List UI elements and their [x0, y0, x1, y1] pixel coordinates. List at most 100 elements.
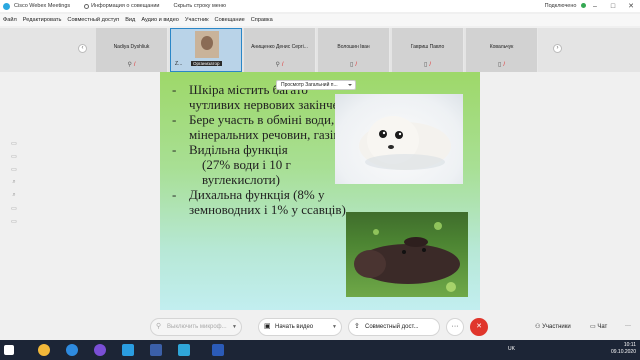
os-taskbar: UK 10:11 09.10.2020 [0, 340, 640, 360]
clock-date: 09.10.2020 [610, 349, 636, 355]
phone-icon: ▯ [424, 62, 428, 68]
system-clock[interactable]: 10:11 09.10.2020 [611, 342, 636, 356]
webex-logo-icon [3, 2, 10, 10]
mic-icon: ⚲ [275, 62, 280, 68]
participants-icon: ⚇ [535, 324, 541, 330]
host-badge: Организатор [191, 61, 222, 66]
eraser-tool-icon[interactable]: ▭ [9, 218, 19, 231]
phone-icon: ▯ [350, 62, 354, 68]
close-window-button[interactable]: ✕ [622, 2, 640, 10]
windows-start-icon[interactable] [4, 345, 14, 355]
hippo-photo [346, 212, 468, 297]
participant-name: Nadiya Dyshliuk [113, 44, 150, 50]
self-name: Z... [175, 61, 183, 67]
minimize-button[interactable]: – [586, 3, 604, 10]
leave-meeting-button[interactable]: ✕ [470, 318, 488, 336]
text-tool-icon[interactable]: ▭ [9, 153, 19, 166]
muted-icon: / [133, 62, 136, 68]
participant-name: Волошин Іван [337, 44, 370, 50]
participant-tile[interactable]: Анищенко Денис Сергі... ⚲ / [244, 28, 316, 72]
chat-panel-button[interactable]: ▭ Чат [590, 323, 607, 330]
mic-icon: ⚲ [127, 62, 132, 68]
opera-icon[interactable] [66, 344, 78, 356]
meeting-info-link[interactable]: Информация о совещании [84, 3, 160, 9]
more-options-button[interactable]: ··· [446, 318, 464, 336]
chevron-down-icon[interactable]: ▼ [232, 319, 237, 335]
participant-name: Ковальчук [489, 44, 514, 50]
menu-view[interactable]: Вид [125, 17, 135, 23]
info-icon [84, 3, 90, 9]
participant-name: Анищенко Денис Сергі... [251, 44, 308, 50]
hide-menu-link[interactable]: Скрыть строку меню [174, 3, 226, 9]
slide-bullet-list: Шкіра містить багато чутливих нервових з… [172, 82, 352, 217]
annotation-toolbar: ▭ ▭ ▭ ⌕ ⌕ ▭ ▭ [9, 140, 19, 231]
menu-bar: Файл Редактировать Совместный доступ Вид… [0, 14, 640, 26]
participant-tile[interactable]: Гавриш Павло ▯ / [392, 28, 464, 72]
participant-tile[interactable]: Nadiya Dyshliuk ⚲ / [96, 28, 168, 72]
menu-share[interactable]: Совместный доступ [67, 17, 119, 23]
strip-next-button[interactable]: › [553, 44, 562, 53]
self-tile[interactable]: Z... Организатор [170, 28, 242, 72]
viber-icon[interactable] [94, 344, 106, 356]
more-panels-button[interactable]: ··· [625, 323, 631, 329]
app-icon[interactable] [150, 344, 162, 356]
hide-menu-label: Скрыть строку меню [173, 3, 226, 9]
chat-label: Чат [597, 324, 608, 330]
connection-status: Подключено [545, 3, 586, 9]
share-content-button[interactable]: ⇪ Совместный дост... [348, 318, 440, 336]
muted-icon: / [281, 62, 284, 68]
share-label: Совместный дост... [365, 324, 419, 330]
app-title: Cisco Webex Meetings [14, 3, 71, 9]
share-icon: ⇪ [354, 323, 360, 330]
muted-icon: / [503, 62, 505, 68]
meeting-info-label: Информация о совещании [91, 3, 160, 9]
strip-prev-button[interactable]: ‹ [78, 44, 87, 53]
title-bar: Cisco Webex Meetings Информация о совеща… [0, 0, 640, 12]
connection-label: Подключено [544, 3, 577, 9]
maximize-button[interactable]: □ [604, 3, 622, 10]
camera-icon: ▣ [264, 323, 271, 330]
slide-bullet-detail: (27% води і 10 г вуглекислоти) [202, 157, 291, 187]
participants-label: Участники [542, 324, 571, 330]
meeting-controls: ⚲ Выключить микроф... ▼ ▣ Начать видео ▼… [0, 314, 640, 340]
mute-button[interactable]: ⚲ Выключить микроф... ▼ [150, 318, 242, 336]
chrome-icon[interactable] [38, 344, 50, 356]
muted-icon: / [355, 62, 357, 68]
participants-panel-button[interactable]: ⚇ Участники [535, 323, 571, 330]
slide-bullet: Дихальна функція (8% у земноводних і 1% … [172, 187, 352, 217]
clock-time: 10:11 [623, 342, 636, 348]
self-video [195, 31, 219, 58]
mic-icon: ⚲ [156, 323, 162, 330]
start-video-label: Начать видео [275, 324, 314, 330]
phone-icon: ▯ [498, 62, 502, 68]
webex-taskbar-icon[interactable] [178, 344, 190, 356]
participant-name: Гавриш Павло [410, 44, 445, 50]
shared-content-selector[interactable]: Просмотр Загальний п... [276, 80, 356, 90]
line-tool-icon[interactable]: ▭ [9, 166, 19, 179]
slide-bullet: Видільна функція [172, 142, 352, 157]
menu-edit[interactable]: Редактировать [23, 17, 62, 23]
fit-tool-icon[interactable]: ▭ [9, 205, 19, 218]
menu-help[interactable]: Справка [251, 17, 273, 23]
mute-label: Выключить микроф... [167, 324, 227, 330]
menu-meeting[interactable]: Совещание [215, 17, 245, 23]
muted-icon: / [429, 62, 431, 68]
slide-bullet: Бере участь в обміні води, мінеральних р… [172, 112, 352, 142]
participant-tile[interactable]: Ковальчук ▯ / [466, 28, 538, 72]
participant-tile[interactable]: Волошин Іван ▯ / [318, 28, 390, 72]
chevron-down-icon[interactable]: ▼ [332, 319, 337, 335]
shared-slide: Шкіра містить багато чутливих нервових з… [160, 72, 480, 310]
keyboard-language[interactable]: UK [508, 346, 515, 352]
menu-participant[interactable]: Участник [185, 17, 209, 23]
pointer-tool-icon[interactable]: ▭ [9, 140, 19, 153]
zoom-out-icon[interactable]: ⌕ [9, 192, 19, 205]
zoom-in-icon[interactable]: ⌕ [9, 179, 19, 192]
start-video-button[interactable]: ▣ Начать видео ▼ [258, 318, 342, 336]
participant-strip: ‹ Nadiya Dyshliuk ⚲ / Z... Организатор Ан… [0, 28, 640, 72]
menu-audio-video[interactable]: Аудио и видео [141, 17, 179, 23]
seal-pup-photo [335, 94, 463, 184]
chat-icon: ▭ [590, 324, 596, 330]
menu-file[interactable]: Файл [3, 17, 17, 23]
skype-icon[interactable] [122, 344, 134, 356]
word-icon[interactable] [212, 344, 224, 356]
